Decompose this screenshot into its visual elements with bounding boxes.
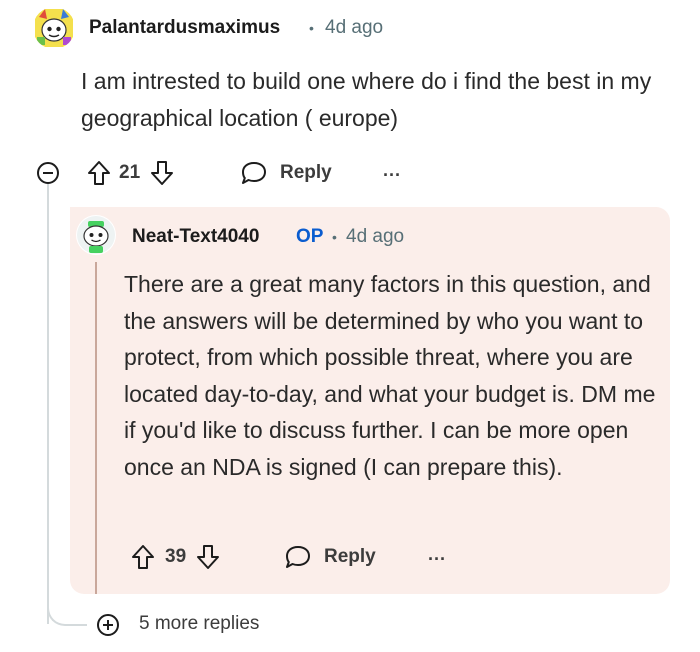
avatar-snoo-icon: [77, 216, 115, 254]
speech-bubble-icon: [286, 546, 310, 568]
comment-age: 4d ago: [346, 226, 405, 247]
user-avatar[interactable]: [33, 7, 75, 49]
vote-controls: 21: [87, 158, 174, 188]
downvote-button[interactable]: [196, 544, 220, 570]
vote-controls: 39: [131, 542, 220, 572]
more-options-button[interactable]: ···: [383, 165, 401, 186]
user-avatar[interactable]: [76, 215, 116, 255]
reply-label: Reply: [324, 546, 376, 567]
upvote-arrow-icon: [88, 161, 110, 185]
reply-button[interactable]: Reply: [284, 542, 376, 572]
thread-line-curve: [47, 598, 87, 626]
meta-separator: •: [309, 20, 314, 36]
ellipsis-icon: ···: [383, 165, 401, 185]
downvote-button[interactable]: [150, 160, 174, 186]
vote-count: 21: [119, 162, 141, 183]
collapse-thread-button[interactable]: [37, 162, 59, 184]
meta-separator: •: [332, 229, 337, 245]
downvote-arrow-icon: [197, 545, 220, 569]
ellipsis-icon: ···: [428, 549, 446, 569]
upvote-button[interactable]: [131, 544, 155, 570]
vote-count: 39: [165, 546, 187, 567]
op-badge: OP: [296, 226, 324, 247]
upvote-button[interactable]: [87, 160, 111, 186]
upvote-arrow-icon: [132, 545, 154, 569]
reply-button[interactable]: Reply: [240, 158, 332, 188]
downvote-arrow-icon: [151, 161, 174, 185]
comment-age: 4d ago: [325, 17, 384, 38]
plus-circle-icon[interactable]: [97, 614, 119, 636]
comment-body: There are a great many factors in this q…: [124, 271, 656, 480]
minus-icon: [43, 172, 53, 174]
more-replies-link[interactable]: 5 more replies: [139, 613, 259, 635]
reply-thread-line: [95, 262, 97, 594]
speech-bubble-icon: [242, 162, 266, 184]
username[interactable]: Palantardusmaximus: [89, 17, 280, 39]
avatar-snoo-icon: [35, 9, 73, 47]
comment-body: I am intrested to build one where do i f…: [81, 68, 652, 131]
more-options-button[interactable]: ···: [428, 549, 446, 570]
username[interactable]: Neat-Text4040: [132, 226, 259, 248]
thread-line: [47, 184, 49, 624]
reply-label: Reply: [280, 162, 332, 183]
